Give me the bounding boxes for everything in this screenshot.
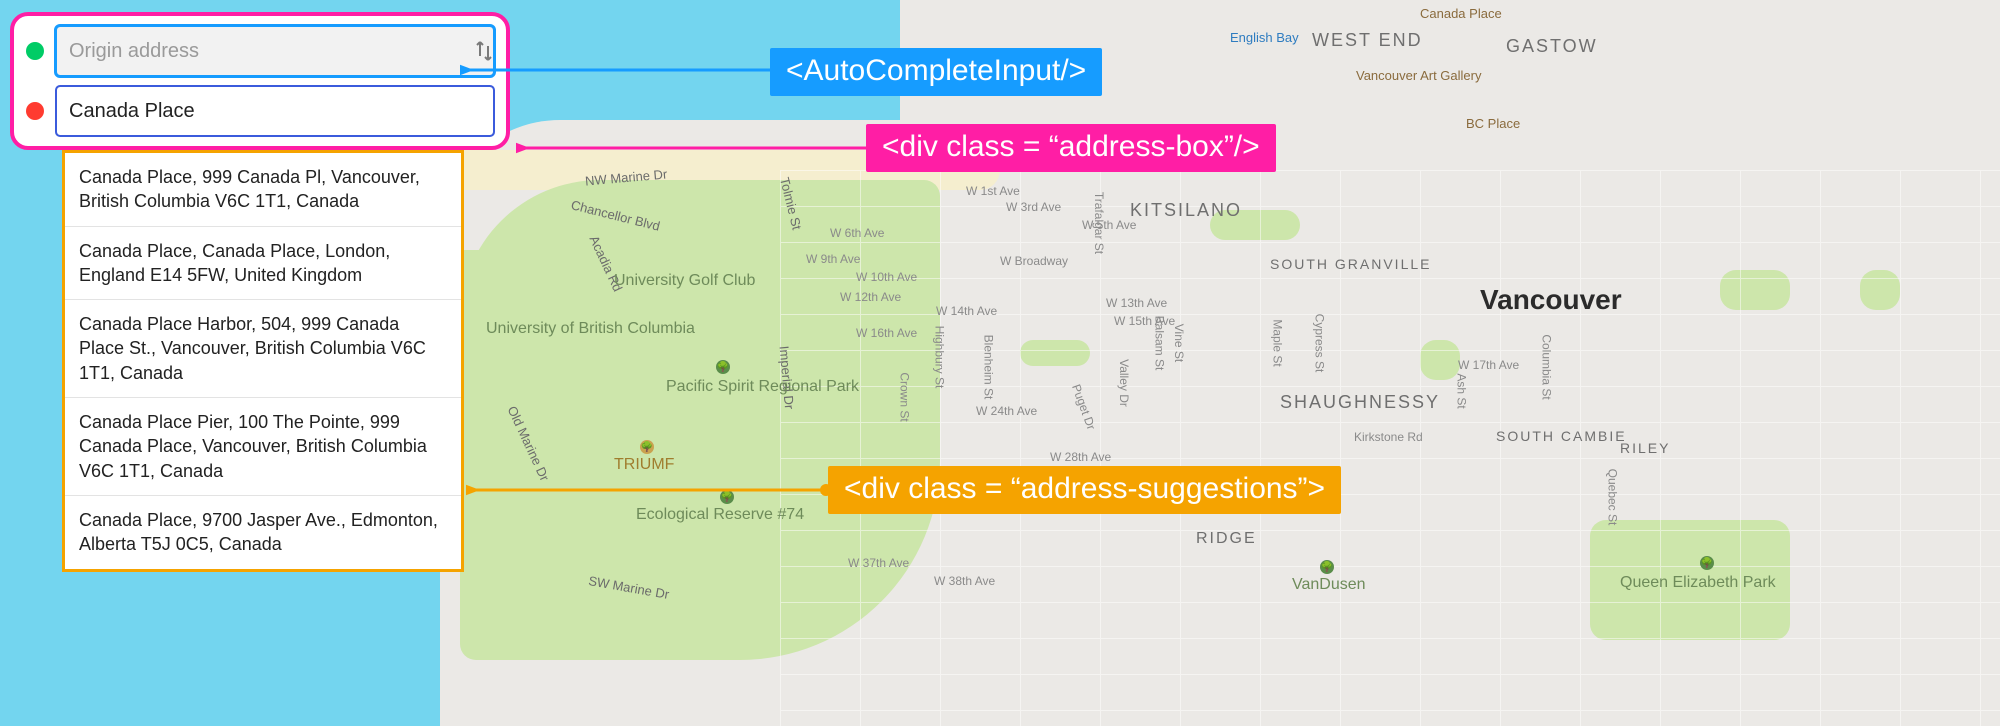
callout-autocomplete: <AutoCompleteInput/> (770, 48, 1102, 96)
street-highbury: Highbury St (932, 326, 946, 389)
suggestion-item[interactable]: Canada Place Pier, 100 The Pointe, 999 C… (65, 397, 461, 495)
suggestion-item[interactable]: Canada Place, 9700 Jasper Ave., Edmonton… (65, 495, 461, 569)
street-w3: W 3rd Ave (1006, 200, 1061, 214)
tree-icon (716, 360, 730, 374)
poi-vandusen: VanDusen (1292, 576, 1366, 594)
street-cypress: Cypress St (1312, 314, 1326, 373)
suggestion-item[interactable]: Canada Place Harbor, 504, 999 Canada Pla… (65, 299, 461, 397)
poi-qe-park: Queen Elizabeth Park (1620, 574, 1776, 592)
map-city-label: Vancouver (1480, 284, 1622, 316)
street-w38: W 38th Ave (934, 574, 995, 588)
street-w16: W 16th Ave (856, 326, 917, 340)
suggestion-item[interactable]: Canada Place, Canada Place, London, Engl… (65, 226, 461, 300)
swap-icon[interactable] (472, 37, 496, 65)
street-columbia: Columbia St (1540, 334, 1554, 399)
street-w24: W 24th Ave (976, 404, 1037, 418)
street-wbroadway: W Broadway (1000, 254, 1068, 268)
tree-icon (720, 490, 734, 504)
street-kirkstone: Kirkstone Rd (1354, 430, 1423, 444)
map-district-gastown: GASTOW (1506, 36, 1598, 57)
map-district-west-end: WEST END (1312, 30, 1423, 51)
street-quebec: Quebec St (1605, 469, 1619, 526)
street-w6: W 6th Ave (830, 226, 884, 240)
street-w9: W 9th Ave (806, 252, 860, 266)
street-crown: Crown St (898, 372, 912, 421)
map-district-south-granville: SOUTH GRANVILLE (1270, 256, 1431, 272)
poi-psrp: Pacific Spirit Regional Park (666, 378, 826, 396)
poi-ubc: University of British Columbia (486, 320, 636, 338)
map-street-grid (780, 170, 2000, 726)
address-box (10, 12, 510, 150)
street-w37: W 37th Ave (848, 556, 909, 570)
tree-icon (1320, 560, 1334, 574)
origin-input[interactable] (56, 26, 494, 76)
map-district-kitsilano: KITSILANO (1130, 200, 1242, 221)
callout-suggestions: <div class = “address-suggestions”> (828, 466, 1341, 514)
street-w14: W 14th Ave (936, 304, 997, 318)
street-maple: Maple St (1271, 319, 1285, 366)
street-w12: W 12th Ave (840, 290, 901, 304)
destination-input[interactable] (56, 86, 494, 136)
map-district-riley: RILEY (1620, 440, 1670, 456)
map-district-shaughnessy: SHAUGHNESSY (1280, 392, 1440, 413)
building-icon (640, 440, 654, 454)
street-w28: W 28th Ave (1050, 450, 1111, 464)
street-blenheim: Blenheim St (981, 335, 995, 400)
map-district-ridge: RIDGE (1196, 530, 1257, 548)
poi-bc-place: BC Place (1466, 116, 1520, 131)
street-w13: W 13th Ave (1106, 296, 1167, 310)
street-valley: Valley Dr (1117, 359, 1131, 407)
poi-ugc: University Golf Club (614, 272, 755, 290)
destination-dot-icon (26, 102, 44, 120)
street-w17: W 17th Ave (1458, 358, 1519, 372)
suggestion-item[interactable]: Canada Place, 999 Canada Pl, Vancouver, … (65, 153, 461, 226)
origin-dot-icon (26, 42, 44, 60)
poi-canada-place: Canada Place (1420, 6, 1502, 21)
street-w10: W 10th Ave (856, 270, 917, 284)
street-vine: Vine St (1172, 324, 1186, 362)
poi-vag: Vancouver Art Gallery (1356, 68, 1481, 83)
street-w5: W 5th Ave (1082, 218, 1136, 232)
callout-address-box: <div class = “address-box”/> (866, 124, 1276, 172)
poi-triumf: TRIUMF (614, 456, 674, 474)
street-ash: Ash St (1455, 373, 1469, 408)
tree-icon (1700, 556, 1714, 570)
street-w1: W 1st Ave (966, 184, 1020, 198)
poi-eco: Ecological Reserve #74 (636, 506, 804, 524)
street-w15: W 15th Ave (1114, 314, 1175, 328)
address-suggestions: Canada Place, 999 Canada Pl, Vancouver, … (62, 150, 464, 572)
poi-english-bay: English Bay (1230, 30, 1299, 45)
